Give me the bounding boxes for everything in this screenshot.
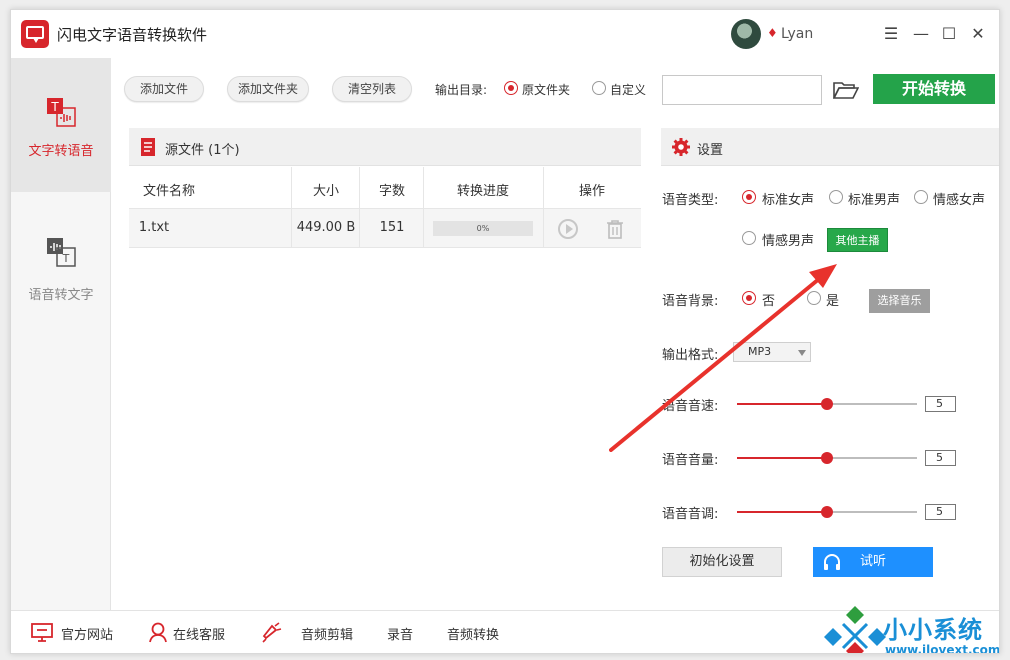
listen-button[interactable]: 试听 <box>813 547 933 577</box>
slider-handle[interactable] <box>821 506 833 518</box>
voice-type-label: 语音类型: <box>662 193 719 208</box>
column-divider <box>423 167 424 248</box>
online-support-link[interactable]: 在线客服 <box>173 624 225 643</box>
voice-emotional-female-radio[interactable] <box>914 190 928 204</box>
trash-icon[interactable] <box>606 219 624 239</box>
speed-value-input[interactable]: 5 <box>925 396 956 412</box>
sidebar-item-label: 文字转语音 <box>28 144 94 159</box>
official-website-link[interactable]: 官方网站 <box>61 624 113 643</box>
voice-option-label: 情感男声 <box>762 234 815 249</box>
sidebar-item-speech-to-text[interactable]: T 语音转文字 <box>11 192 111 326</box>
other-anchor-button[interactable]: 其他主播 <box>827 228 888 252</box>
file-chars-cell: 151 <box>379 220 405 235</box>
open-folder-icon[interactable] <box>833 80 859 100</box>
col-header-actions: 操作 <box>578 184 605 199</box>
pitch-value-input[interactable]: 5 <box>925 504 956 520</box>
speech-to-text-icon: T <box>47 238 76 267</box>
pitch-slider[interactable] <box>737 506 917 518</box>
sidebar-item-text-to-speech[interactable]: T 文字转语音 <box>11 58 111 192</box>
minimize-icon[interactable]: — <box>911 24 931 44</box>
col-header-chars: 字数 <box>378 184 405 199</box>
clear-list-button[interactable]: 清空列表 <box>332 76 412 102</box>
audio-convert-link[interactable]: 音频转换 <box>447 624 499 643</box>
headphones-icon <box>824 554 840 570</box>
slider-handle[interactable] <box>821 452 833 464</box>
settings-panel-header: 设置 <box>661 128 999 166</box>
add-file-button[interactable]: 添加文件 <box>124 76 204 102</box>
volume-slider[interactable] <box>737 452 917 464</box>
custom-folder-label: 自定义 <box>610 83 647 97</box>
record-link[interactable]: 录音 <box>387 624 413 643</box>
text-to-speech-icon: T <box>47 98 76 127</box>
start-convert-button[interactable]: 开始转换 <box>873 74 995 104</box>
voice-standard-male-radio[interactable] <box>829 190 843 204</box>
app-window: 闪电文字语音转换软件 ♦ Lyan ☰ — ☐ ✕ T 文字转语音 T 语音转文… <box>10 9 1000 654</box>
play-icon[interactable] <box>558 219 578 239</box>
svg-text:T: T <box>62 252 70 265</box>
audio-edit-icon <box>262 622 282 643</box>
vip-icon: ♦ <box>767 26 778 40</box>
close-icon[interactable]: ✕ <box>968 24 988 44</box>
file-panel-header: 源文件 (1个) <box>129 128 641 166</box>
volume-value-input[interactable]: 5 <box>925 450 956 466</box>
watermark-logo <box>824 606 886 653</box>
svg-text:T: T <box>50 100 59 114</box>
voice-option-label: 情感女声 <box>933 193 986 208</box>
monitor-icon <box>31 623 53 642</box>
file-panel-title: 源文件 (1个) <box>165 143 240 158</box>
voice-option-label: 标准女声 <box>762 193 815 208</box>
sidebar-item-label: 语音转文字 <box>28 288 94 303</box>
document-icon <box>141 138 155 156</box>
convert-progress-bar: 0% <box>433 221 533 236</box>
column-divider <box>543 167 544 248</box>
annotation-arrow <box>609 264 837 452</box>
reset-settings-button[interactable]: 初始化设置 <box>662 547 782 577</box>
choose-music-button[interactable]: 选择音乐 <box>869 289 930 313</box>
source-folder-label: 原文件夹 <box>522 83 571 97</box>
voice-option-label: 标准男声 <box>848 193 901 208</box>
column-divider <box>359 167 360 248</box>
app-logo-icon <box>21 20 49 48</box>
add-folder-button[interactable]: 添加文件夹 <box>227 76 309 102</box>
source-folder-radio[interactable] <box>504 81 518 95</box>
output-path-input[interactable] <box>662 75 822 105</box>
customer-service-icon <box>149 622 167 643</box>
menu-icon[interactable]: ☰ <box>881 24 901 44</box>
sidebar: T 文字转语音 T 语音转文字 <box>11 58 111 610</box>
file-size-cell: 449.00 B <box>296 220 356 235</box>
listen-label: 试听 <box>859 554 886 569</box>
output-dir-label: 输出目录: <box>435 83 488 97</box>
col-header-size: 大小 <box>312 184 339 199</box>
voice-standard-female-radio[interactable] <box>742 190 756 204</box>
title-bar: 闪电文字语音转换软件 ♦ Lyan ☰ — ☐ ✕ <box>11 10 999 58</box>
gear-icon <box>672 138 690 156</box>
settings-title: 设置 <box>697 143 724 158</box>
audio-edit-link[interactable]: 音频剪辑 <box>301 624 353 643</box>
pitch-label: 语音音调: <box>662 507 719 522</box>
username[interactable]: Lyan <box>781 26 813 42</box>
custom-folder-radio[interactable] <box>592 81 606 95</box>
app-title: 闪电文字语音转换软件 <box>57 26 208 44</box>
user-avatar[interactable] <box>731 19 761 49</box>
col-header-name: 文件名称 <box>142 184 195 199</box>
watermark-url: www.ilovext.com <box>885 643 1000 654</box>
col-header-progress: 转换进度 <box>456 184 509 199</box>
voice-emotional-male-radio[interactable] <box>742 231 756 245</box>
column-divider <box>291 167 292 248</box>
file-name-cell: 1.txt <box>138 220 170 235</box>
maximize-icon[interactable]: ☐ <box>939 24 959 44</box>
